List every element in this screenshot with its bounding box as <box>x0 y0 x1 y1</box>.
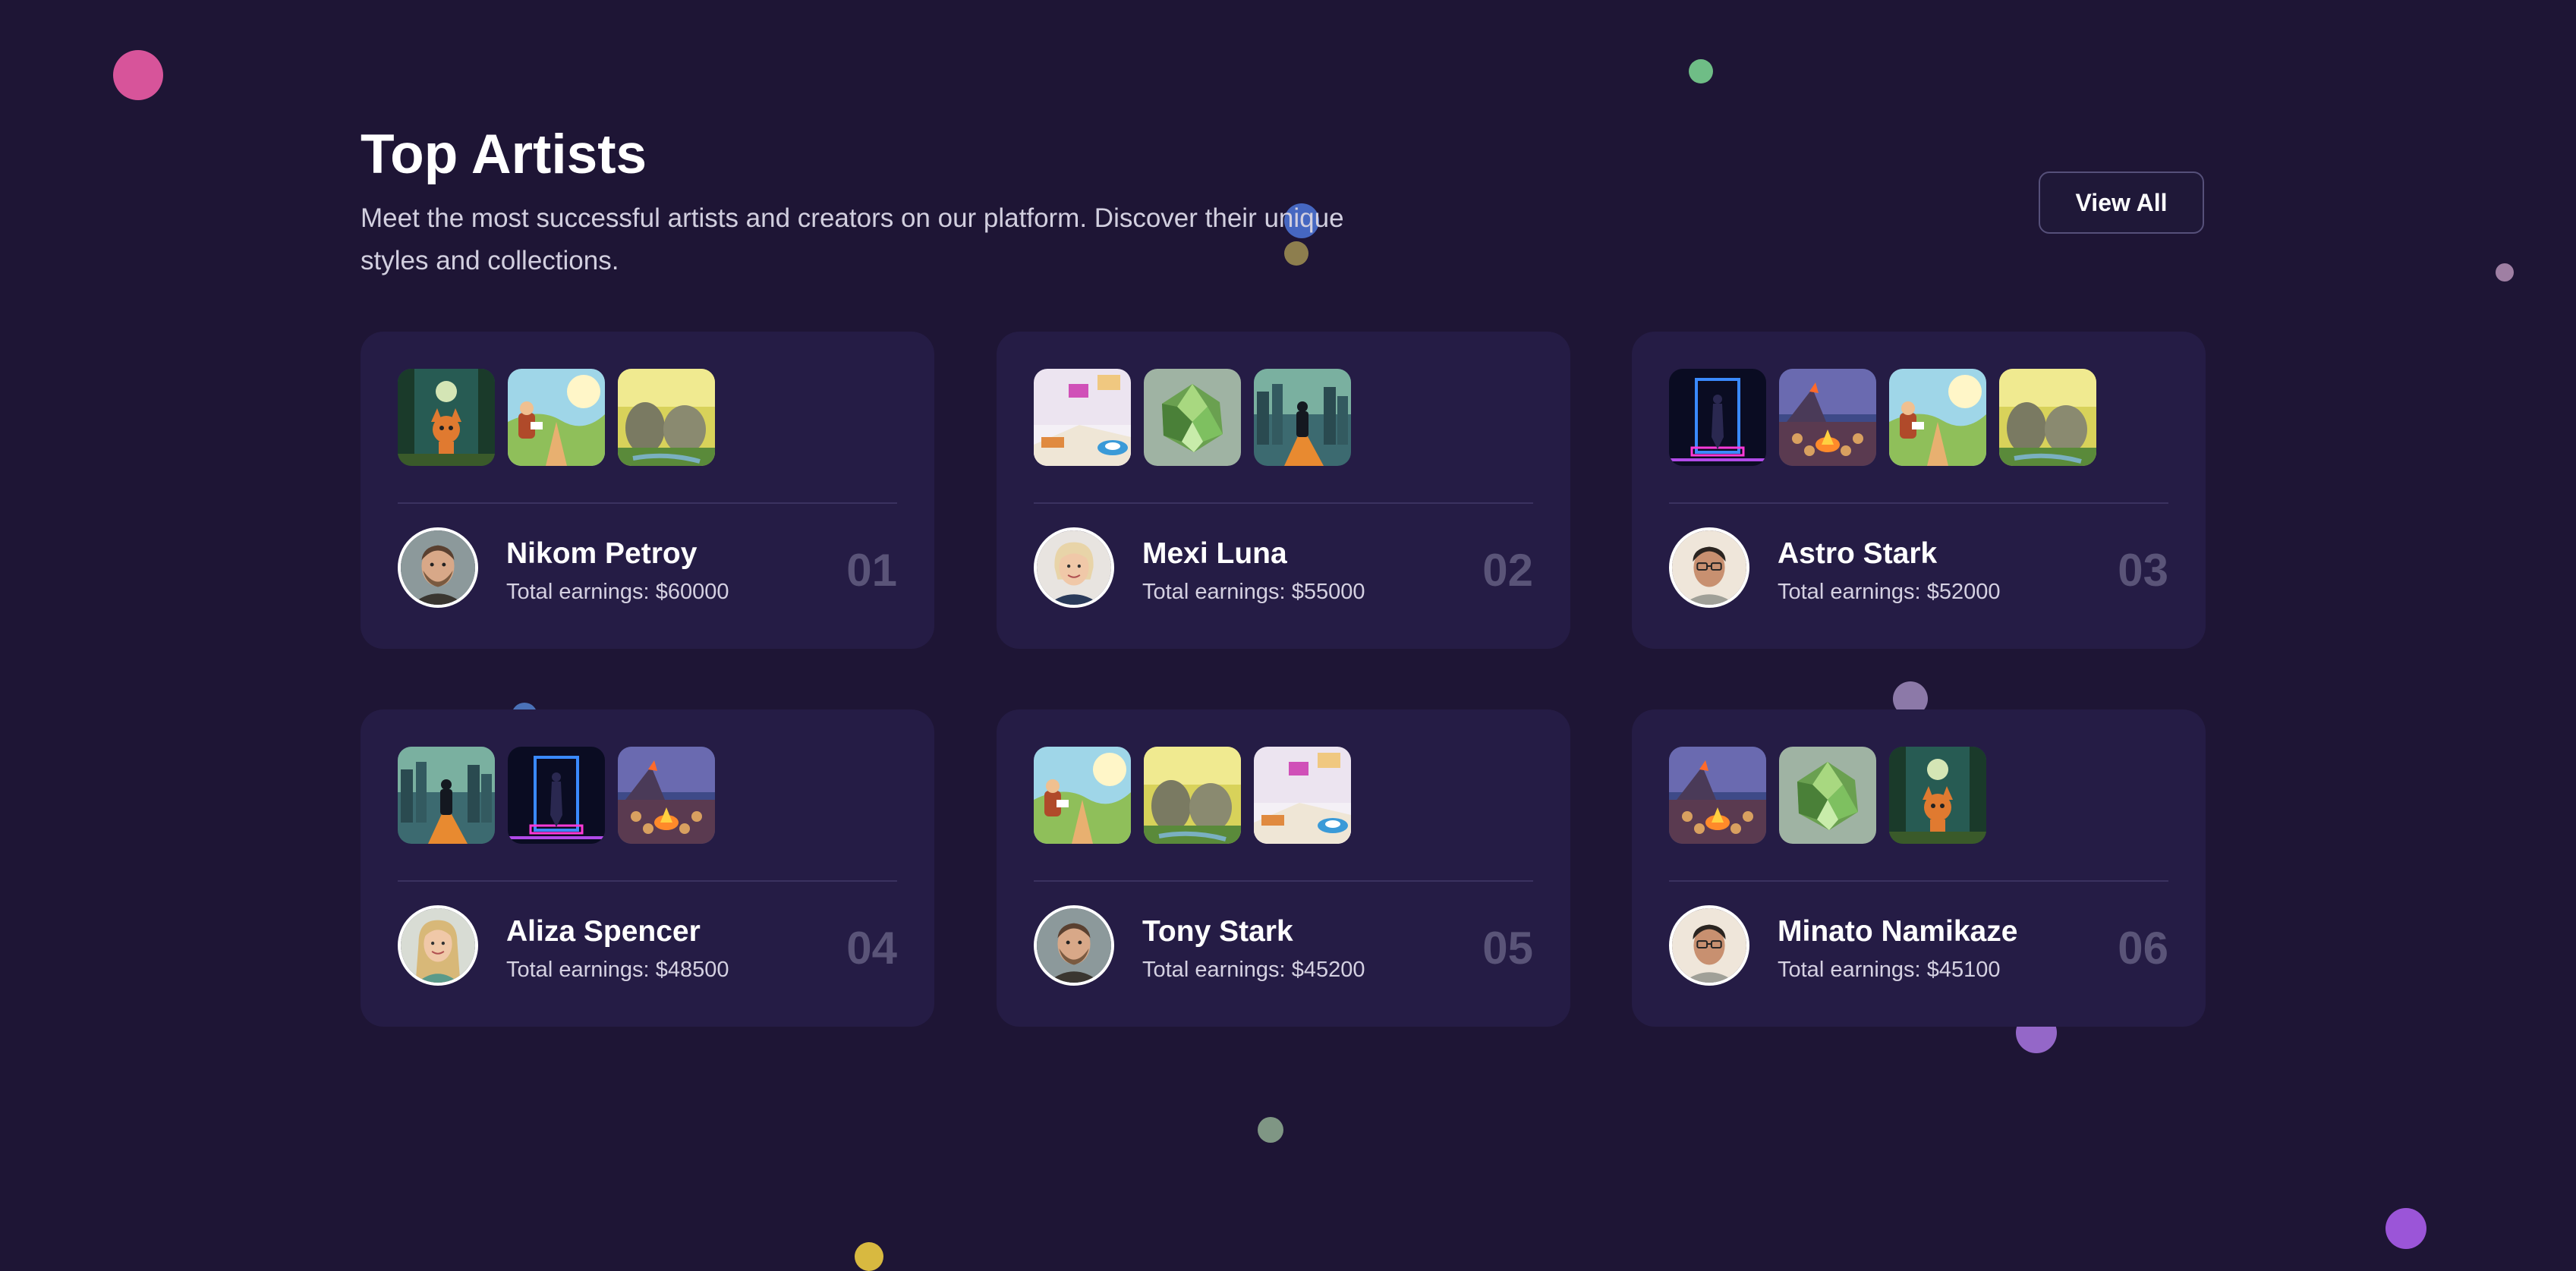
artwork-thumbnail[interactable] <box>1034 369 1131 466</box>
earnings-label: Total earnings: <box>1142 580 1286 604</box>
artist-earnings: Total earnings: $60000 <box>506 578 729 606</box>
artwork-thumbnail[interactable] <box>508 369 605 466</box>
decorative-dot <box>2496 263 2514 282</box>
artist-card[interactable]: Astro Stark Total earnings: $52000 03 <box>1632 332 2206 649</box>
decorative-dot <box>2385 1208 2426 1249</box>
earnings-label: Total earnings: <box>506 580 650 604</box>
artwork-thumbnail[interactable] <box>508 747 605 844</box>
earnings-value: $45100 <box>1926 958 2001 982</box>
artwork-thumbnail[interactable] <box>398 747 495 844</box>
artwork-thumbnail[interactable] <box>1254 747 1351 844</box>
decorative-dot <box>113 50 163 100</box>
earnings-label: Total earnings: <box>1778 958 1921 982</box>
artwork-thumbnail[interactable] <box>1144 369 1241 466</box>
earnings-label: Total earnings: <box>1142 958 1286 982</box>
card-divider <box>1669 880 2168 882</box>
artist-card[interactable]: Aliza Spencer Total earnings: $48500 04 <box>361 709 934 1027</box>
page-subtitle: Meet the most successful artists and cre… <box>361 203 1344 275</box>
artwork-thumbnails <box>1669 369 2096 466</box>
artist-rank: 02 <box>1482 545 1533 596</box>
earnings-value: $45200 <box>1291 958 1365 982</box>
artist-card[interactable]: Mexi Luna Total earnings: $55000 02 <box>997 332 1570 649</box>
earnings-value: $48500 <box>655 958 729 982</box>
artwork-thumbnail[interactable] <box>618 369 715 466</box>
artist-earnings: Total earnings: $45200 <box>1142 956 1365 983</box>
artist-rank: 01 <box>846 545 897 596</box>
earnings-value: $60000 <box>655 580 729 604</box>
card-divider <box>398 502 897 504</box>
artist-earnings: Total earnings: $55000 <box>1142 578 1365 606</box>
artwork-thumbnail[interactable] <box>1889 369 1986 466</box>
artwork-thumbnails <box>1669 747 1986 844</box>
artwork-thumbnail[interactable] <box>1144 747 1241 844</box>
decorative-dot <box>855 1242 883 1271</box>
page-title: Top Artists <box>361 124 647 185</box>
artwork-thumbnail[interactable] <box>1779 747 1876 844</box>
avatar[interactable] <box>1669 905 1749 986</box>
artist-earnings: Total earnings: $48500 <box>506 956 729 983</box>
artwork-thumbnail[interactable] <box>1034 747 1131 844</box>
earnings-label: Total earnings: <box>1778 580 1921 604</box>
earnings-value: $55000 <box>1291 580 1365 604</box>
earnings-label: Total earnings: <box>506 958 650 982</box>
decorative-dot <box>1258 1117 1283 1143</box>
avatar[interactable] <box>1669 527 1749 608</box>
artist-rank: 05 <box>1482 923 1533 974</box>
artist-earnings: Total earnings: $52000 <box>1778 578 2000 606</box>
artwork-thumbnail[interactable] <box>1999 369 2096 466</box>
card-divider <box>1669 502 2168 504</box>
avatar[interactable] <box>398 905 478 986</box>
card-divider <box>1034 880 1533 882</box>
artwork-thumbnails <box>398 747 715 844</box>
avatar[interactable] <box>1034 905 1114 986</box>
artist-name[interactable]: Minato Namikaze <box>1778 914 2017 949</box>
card-divider <box>1034 502 1533 504</box>
artist-name[interactable]: Tony Stark <box>1142 914 1293 949</box>
artist-card[interactable]: Nikom Petroy Total earnings: $60000 01 <box>361 332 934 649</box>
artwork-thumbnails <box>1034 747 1351 844</box>
artist-name[interactable]: Mexi Luna <box>1142 536 1287 571</box>
artwork-thumbnail[interactable] <box>618 747 715 844</box>
artwork-thumbnails <box>398 369 715 466</box>
avatar[interactable] <box>398 527 478 608</box>
artist-name[interactable]: Aliza Spencer <box>506 914 701 949</box>
artist-rank: 06 <box>2118 923 2168 974</box>
artwork-thumbnail[interactable] <box>398 369 495 466</box>
earnings-value: $52000 <box>1926 580 2001 604</box>
artwork-thumbnail[interactable] <box>1254 369 1351 466</box>
artwork-thumbnail[interactable] <box>1779 369 1876 466</box>
artist-rank: 04 <box>846 923 897 974</box>
artist-earnings: Total earnings: $45100 <box>1778 956 2000 983</box>
artist-card[interactable]: Minato Namikaze Total earnings: $45100 06 <box>1632 709 2206 1027</box>
card-divider <box>398 880 897 882</box>
artist-rank: 03 <box>2118 545 2168 596</box>
artwork-thumbnail[interactable] <box>1669 747 1766 844</box>
artist-name[interactable]: Astro Stark <box>1778 536 1937 571</box>
artwork-thumbnail[interactable] <box>1669 369 1766 466</box>
artist-card[interactable]: Tony Stark Total earnings: $45200 05 <box>997 709 1570 1027</box>
decorative-dot <box>1689 59 1713 83</box>
view-all-button[interactable]: View All <box>2039 171 2204 234</box>
artist-name[interactable]: Nikom Petroy <box>506 536 697 571</box>
avatar[interactable] <box>1034 527 1114 608</box>
artwork-thumbnails <box>1034 369 1351 466</box>
artwork-thumbnail[interactable] <box>1889 747 1986 844</box>
